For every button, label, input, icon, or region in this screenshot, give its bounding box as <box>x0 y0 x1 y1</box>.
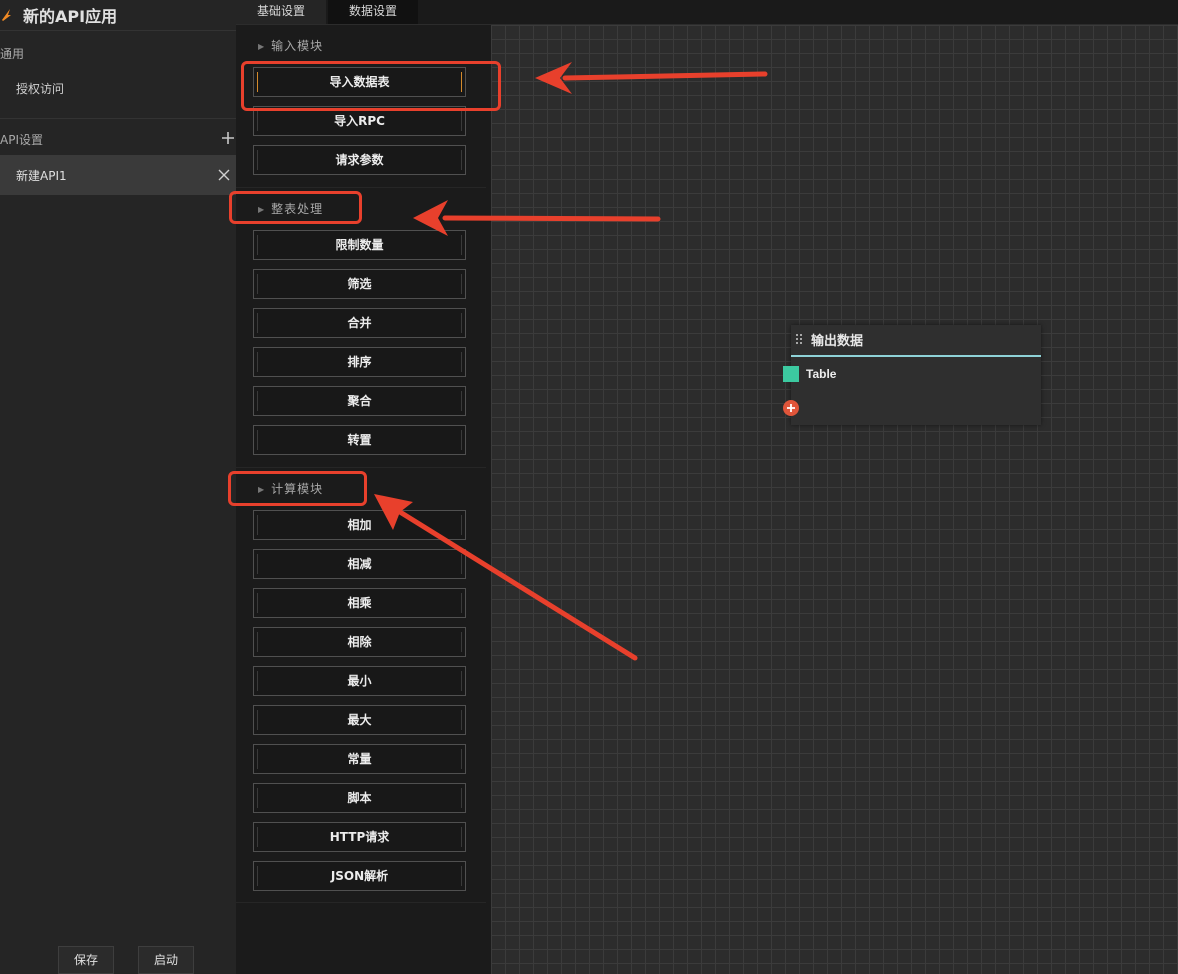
module-button[interactable]: 最大 <box>253 705 466 735</box>
group-divider <box>236 467 486 468</box>
module-button[interactable]: 限制数量 <box>253 230 466 260</box>
port-label: Table <box>806 367 837 381</box>
group-header-input[interactable]: ▶ 输入模块 <box>258 37 323 54</box>
module-button[interactable]: HTTP请求 <box>253 822 466 852</box>
group-header-table-processing[interactable]: ▶ 整表处理 <box>258 200 323 217</box>
save-button[interactable]: 保存 <box>58 946 114 974</box>
module-button[interactable]: 相减 <box>253 549 466 579</box>
start-button[interactable]: 启动 <box>138 946 194 974</box>
module-button[interactable]: 筛选 <box>253 269 466 299</box>
module-button[interactable]: 请求参数 <box>253 145 466 175</box>
triangle-right-icon: ▶ <box>258 42 266 51</box>
drag-handle-icon[interactable] <box>795 333 803 345</box>
triangle-right-icon: ▶ <box>258 205 266 214</box>
input-port[interactable] <box>783 366 799 382</box>
group-header-compute[interactable]: ▶ 计算模块 <box>258 480 323 497</box>
left-sidebar: 新的API应用 通用 授权访问 API设置 新建API1 保存 启动 <box>0 0 236 974</box>
node-title: 输出数据 <box>811 334 864 349</box>
node-header[interactable]: 输出数据 <box>791 325 1041 357</box>
section-label-general: 通用 <box>0 47 25 61</box>
add-api-plus-icon[interactable] <box>221 131 235 145</box>
tab-data-settings[interactable]: 数据设置 <box>328 0 418 24</box>
triangle-right-icon: ▶ <box>258 485 266 494</box>
flow-canvas[interactable] <box>491 25 1178 974</box>
module-button[interactable]: 相除 <box>253 627 466 657</box>
module-button[interactable]: 聚合 <box>253 386 466 416</box>
sidebar-divider <box>0 118 236 119</box>
module-button[interactable]: 合并 <box>253 308 466 338</box>
module-button[interactable]: 导入数据表 <box>253 67 466 97</box>
group-title-input: 输入模块 <box>271 39 324 53</box>
module-button[interactable]: 导入RPC <box>253 106 466 136</box>
group-divider <box>236 187 486 188</box>
module-button[interactable]: 相加 <box>253 510 466 540</box>
section-label-api-settings: API设置 <box>0 133 43 147</box>
app-title: 新的API应用 <box>23 7 118 26</box>
module-button[interactable]: 脚本 <box>253 783 466 813</box>
tab-basic-settings[interactable]: 基础设置 <box>236 0 326 24</box>
module-panel: ▶ 输入模块 导入数据表 导入RPC 请求参数 ▶ 整表处理 限制数量 筛选 合并 … <box>236 25 491 974</box>
app-header: 新的API应用 <box>0 0 236 31</box>
group-title-compute: 计算模块 <box>271 482 324 496</box>
module-button[interactable]: 最小 <box>253 666 466 696</box>
group-divider <box>236 902 486 903</box>
api-item-label: 新建API1 <box>16 169 67 183</box>
module-button[interactable]: 排序 <box>253 347 466 377</box>
module-button[interactable]: JSON解析 <box>253 861 466 891</box>
module-button[interactable]: 相乘 <box>253 588 466 618</box>
module-button[interactable]: 转置 <box>253 425 466 455</box>
tab-bar: 基础设置 数据设置 <box>236 0 1178 25</box>
close-icon[interactable] <box>217 168 231 182</box>
app-logo-icon <box>2 9 11 21</box>
sidebar-item-auth[interactable]: 授权访问 <box>16 80 64 97</box>
api-list-item[interactable]: 新建API1 <box>0 155 236 195</box>
plus-circle-icon[interactable] <box>783 400 799 416</box>
group-title-table-processing: 整表处理 <box>271 202 324 216</box>
module-button[interactable]: 常量 <box>253 744 466 774</box>
